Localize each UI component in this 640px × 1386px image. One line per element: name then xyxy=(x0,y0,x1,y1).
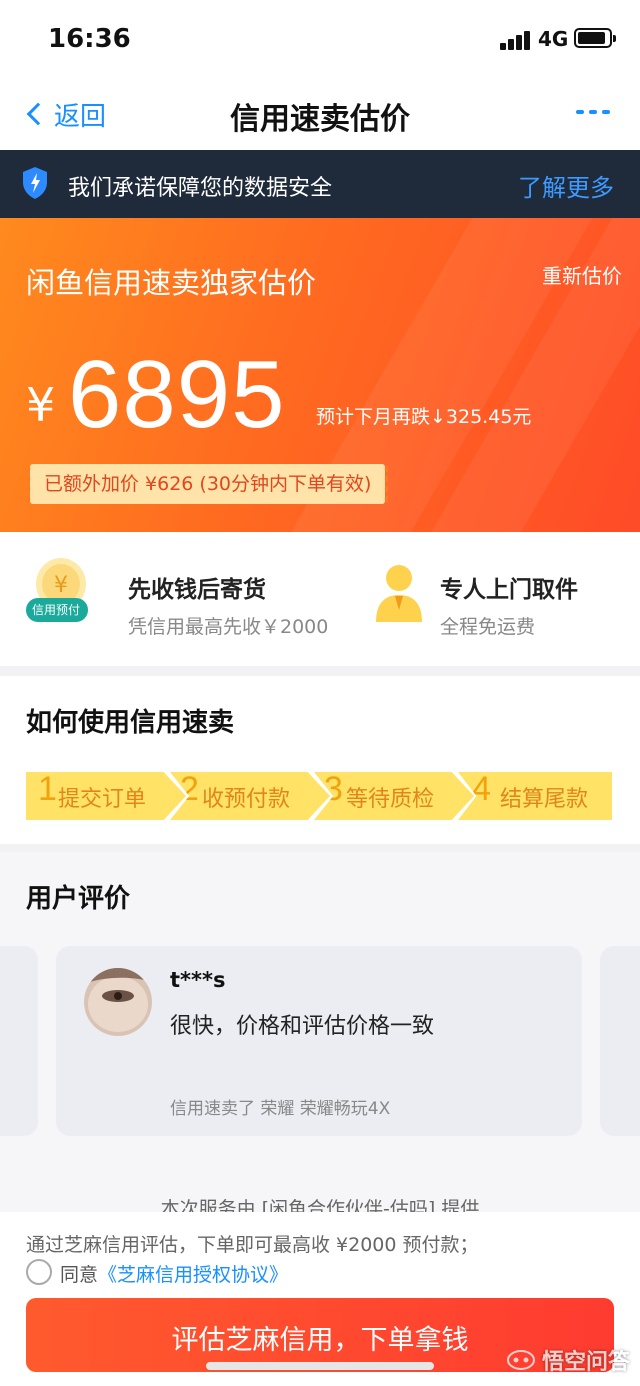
agree-prefix: 同意 xyxy=(60,1264,99,1286)
review-card[interactable]: t***s 很快，价格和评估价格一致 信用速卖了 荣耀 荣耀畅玩4X xyxy=(56,946,582,1136)
reestimate-button[interactable]: 重新估价 xyxy=(542,260,622,289)
signal-icon xyxy=(500,30,532,50)
back-button[interactable]: 返回 xyxy=(24,94,106,134)
review-card-next[interactable] xyxy=(600,946,640,1136)
security-text: 我们承诺保障您的数据安全 xyxy=(68,176,333,201)
benefit-title: 先收钱后寄货 xyxy=(128,577,266,603)
watermark: 悟空问答 xyxy=(506,1344,630,1376)
steps-bar: 1 提交订单 2 收预付款 3 等待质检 4 结算尾款 xyxy=(26,772,612,820)
agreement-link[interactable]: 《芝麻信用授权协议》 xyxy=(98,1264,288,1286)
learn-more-link[interactable]: 了解更多 xyxy=(518,168,614,203)
avatar xyxy=(84,968,152,1036)
step-label: 等待质检 xyxy=(346,787,435,812)
status-time: 16:36 xyxy=(48,24,131,54)
step-label: 提交订单 xyxy=(58,787,147,812)
credit-prepay-badge: 信用预付 xyxy=(26,598,89,622)
currency-symbol: ¥ xyxy=(26,378,56,432)
partner-note: 本次服务由 [闲鱼合作伙伴-估吗] 提供 xyxy=(160,1198,480,1212)
review-meta: 信用速卖了 荣耀 荣耀畅玩4X xyxy=(170,1099,391,1119)
hero-title: 闲鱼信用速卖独家估价 xyxy=(26,266,317,300)
howto-section: 如何使用信用速卖 1 提交订单 2 收预付款 3 等待质检 4 结算尾款 xyxy=(0,676,640,844)
price-forecast: 预计下月再跌↓325.45元 xyxy=(316,406,532,428)
svg-text:¥: ¥ xyxy=(54,573,68,598)
agree-checkbox[interactable] xyxy=(26,1259,52,1285)
step-item: 4 结算尾款 xyxy=(458,772,612,820)
step-label: 收预付款 xyxy=(202,787,291,812)
step-item: 2 收预付款 xyxy=(170,772,330,820)
step-number: 2 xyxy=(180,770,199,808)
price-hero: 闲鱼信用速卖独家估价 重新估价 ¥ 6895 预计下月再跌↓325.45元 已额… xyxy=(0,218,640,532)
benefit-subtitle: 全程免运费 xyxy=(440,616,536,638)
status-bar: 16:36 4G xyxy=(0,0,640,78)
step-number: 4 xyxy=(472,770,491,808)
reviews-section: 用户评价 t***s 很快，价格和评估价格一致 信用速卖了 荣耀 荣耀畅玩4X … xyxy=(0,852,640,1212)
nav-bar: 返回 信用速卖估价 xyxy=(0,78,640,150)
chevron-left-icon xyxy=(26,102,50,126)
step-item: 1 提交订单 xyxy=(26,772,186,820)
step-label: 结算尾款 xyxy=(500,787,589,812)
estimated-price: 6895 xyxy=(68,341,286,448)
agree-label: 同意《芝麻信用授权协议》 xyxy=(60,1260,288,1287)
network-type: 4G xyxy=(538,27,569,51)
benefits-section: ¥ 信用预付 先收钱后寄货 凭信用最高先收￥2000 专人上门取件 全程免运费 xyxy=(0,532,640,666)
prepay-note: 通过芝麻信用评估，下单即可最高收 ¥2000 预付款； xyxy=(26,1234,479,1256)
review-card-prev[interactable] xyxy=(0,946,38,1136)
back-label: 返回 xyxy=(54,101,107,132)
more-icon[interactable] xyxy=(576,110,610,114)
step-item: 3 等待质检 xyxy=(314,772,474,820)
review-text: 很快，价格和评估价格一致 xyxy=(170,1014,435,1039)
bonus-ticket: 已额外加价 ¥626 (30分钟内下单有效) xyxy=(26,464,386,504)
shield-icon xyxy=(23,167,47,199)
step-number: 3 xyxy=(324,770,343,808)
benefit-title: 专人上门取件 xyxy=(440,577,578,603)
security-banner: 我们承诺保障您的数据安全 了解更多 xyxy=(0,150,640,218)
step-number: 1 xyxy=(38,770,57,808)
section-title: 用户评价 xyxy=(26,884,131,914)
section-title: 如何使用信用速卖 xyxy=(26,708,235,738)
reviewer-name: t***s xyxy=(170,968,226,992)
home-indicator xyxy=(206,1362,434,1370)
wukong-logo-icon xyxy=(506,1350,535,1370)
battery-icon xyxy=(574,28,616,48)
watermark-text: 悟空问答 xyxy=(541,1350,630,1375)
benefit-subtitle: 凭信用最高先收￥2000 xyxy=(128,616,329,638)
courier-icon xyxy=(376,565,422,622)
